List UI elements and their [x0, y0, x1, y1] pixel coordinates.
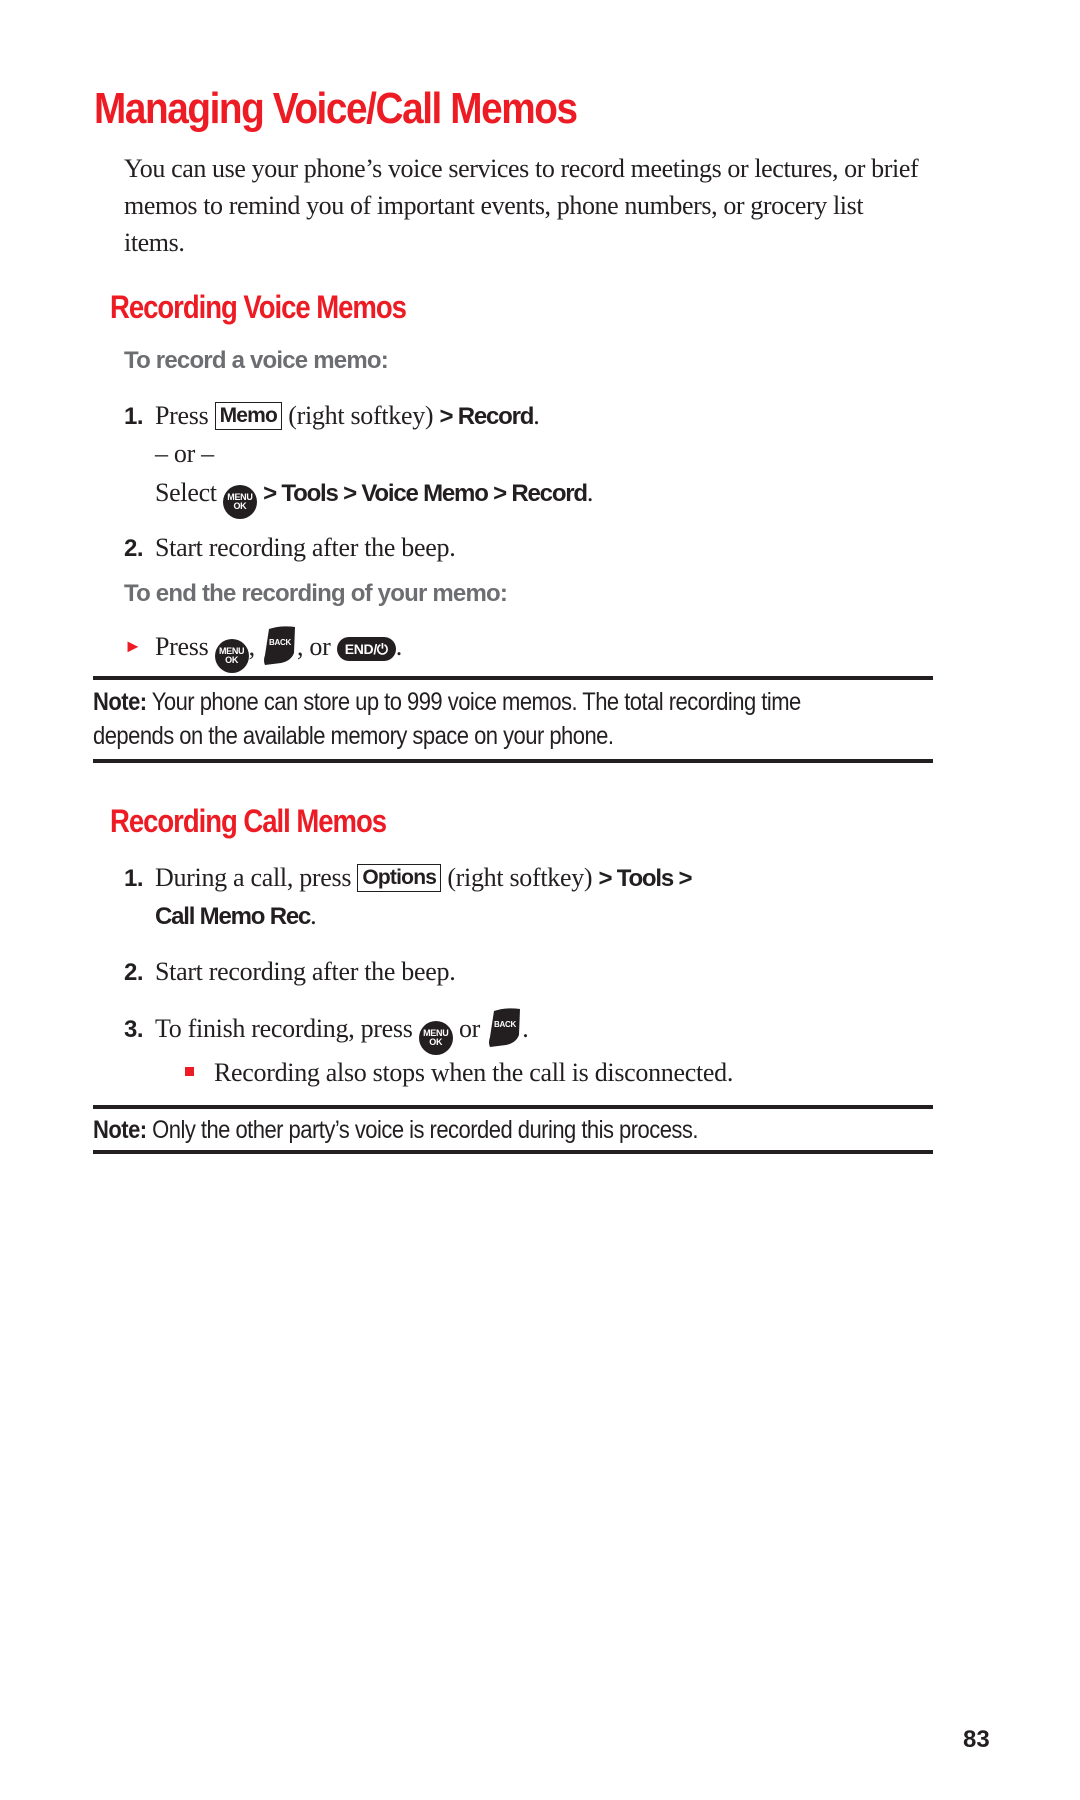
- page-title: Managing Voice/Call Memos: [94, 84, 578, 133]
- step-text: During a call, press: [155, 863, 352, 892]
- call-bullet-item: Recording also stops when the call is di…: [185, 1055, 733, 1091]
- step-text: To finish recording, press: [155, 1014, 413, 1043]
- back-label: BACK: [494, 1020, 516, 1029]
- note-top-rule: [93, 1105, 933, 1109]
- step-number: 1.: [124, 865, 144, 892]
- square-bullet-icon: [185, 1067, 194, 1076]
- menu-label: MENU: [227, 492, 253, 502]
- call-memo-note: Note: Only the other party’s voice is re…: [93, 1113, 841, 1147]
- menu-label: MENU: [218, 646, 245, 656]
- voice-memo-note: Note: Your phone can store up to 999 voi…: [93, 685, 841, 753]
- options-softkey: Options: [357, 864, 442, 892]
- ok-label: OK: [429, 1037, 443, 1047]
- end-recording-step: ► Press MENU OK, BACK , or END/⏻.: [124, 625, 402, 673]
- page-number: 83: [963, 1726, 990, 1753]
- back-label: BACK: [269, 638, 291, 647]
- menu-path: > Record: [439, 403, 534, 430]
- menu-path: > Tools > Voice Memo > Record: [263, 480, 588, 507]
- step-number: 2.: [124, 535, 144, 562]
- menu-ok-key-icon: MENU OK: [418, 1021, 453, 1055]
- back-key-icon: BACK: [264, 626, 296, 665]
- note-bottom-rule: [93, 759, 933, 763]
- ok-label: OK: [233, 501, 247, 511]
- period: .: [395, 632, 403, 661]
- call-step-2: 2. Start recording after the beep.: [124, 954, 456, 991]
- subheading-record-voice-memo: To record a voice memo:: [124, 347, 389, 374]
- step-text: Start recording after the beep.: [155, 957, 456, 986]
- back-key-icon: BACK: [489, 1008, 521, 1047]
- or-separator: – or –: [155, 439, 214, 468]
- period: .: [310, 901, 317, 930]
- step-number: 1.: [124, 403, 144, 430]
- ok-label: OK: [225, 655, 239, 665]
- intro-paragraph: You can use your phone’s voice services …: [124, 154, 919, 257]
- voice-step-1: 1. Press Memo (right softkey) > Record.: [124, 398, 540, 435]
- menu-label: MENU: [423, 1028, 449, 1038]
- menu-path: Call Memo Rec: [155, 903, 311, 930]
- softkey-note: (right softkey): [447, 863, 593, 892]
- section-heading-voice-memos: Recording Voice Memos: [110, 289, 407, 325]
- softkey-note: (right softkey): [288, 401, 434, 430]
- menu-ok-key-icon: MENU OK: [214, 639, 249, 673]
- end-power-key-icon: END/⏻: [336, 637, 396, 661]
- note-bottom-rule: [93, 1150, 933, 1154]
- memo-softkey: Memo: [214, 402, 283, 430]
- step-text: Press: [155, 401, 209, 430]
- period: .: [533, 401, 540, 430]
- voice-step-2: 2. Start recording after the beep.: [124, 530, 456, 567]
- arrow-bullet-icon: ►: [124, 636, 142, 656]
- period: .: [522, 1014, 529, 1043]
- step-number: 3.: [124, 1016, 144, 1043]
- or-text: , or: [297, 632, 331, 661]
- step-text: Start recording after the beep.: [155, 533, 456, 562]
- note-text: Your phone can store up to 999 voice mem…: [93, 688, 801, 750]
- bullet-text: Recording also stops when the call is di…: [214, 1058, 734, 1087]
- call-step-1-continued: Call Memo Rec.: [155, 898, 317, 935]
- step-number: 2.: [124, 959, 144, 986]
- section-heading-call-memos: Recording Call Memos: [110, 803, 387, 839]
- call-step-1: 1. During a call, press Options (right so…: [124, 860, 692, 897]
- or-text: or: [458, 1014, 481, 1043]
- call-step-3: 3. To finish recording, press MENU OK or B…: [124, 1007, 529, 1055]
- note-label: Note:: [93, 1116, 147, 1144]
- note-label: Note:: [93, 688, 147, 716]
- step-text: Select: [155, 478, 217, 507]
- note-top-rule: [93, 676, 933, 680]
- menu-ok-key-icon: MENU OK: [222, 485, 257, 519]
- subheading-end-recording: To end the recording of your memo:: [124, 580, 508, 607]
- voice-step-1-alt: Select MENU OK > Tools > Voice Memo > Rec…: [155, 475, 593, 519]
- comma: ,: [248, 632, 256, 661]
- menu-path: > Tools >: [598, 865, 692, 892]
- note-text: Only the other party’s voice is recorded…: [146, 1116, 698, 1144]
- step-text: Press: [155, 632, 209, 661]
- period: .: [586, 478, 594, 507]
